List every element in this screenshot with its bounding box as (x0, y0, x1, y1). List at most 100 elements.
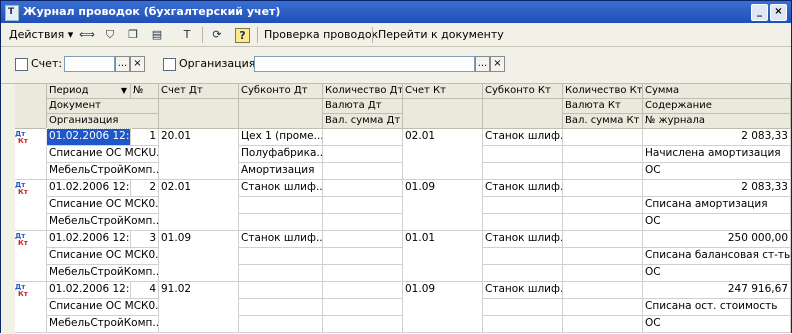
qty-dt-cell[interactable] (323, 180, 403, 197)
qty-dt-cell[interactable] (323, 248, 403, 265)
qty-kt-cell[interactable] (563, 265, 643, 282)
val-sum-dt-column-header[interactable]: Вал. сумма Дт (323, 114, 403, 129)
sum-column-header[interactable]: Сумма (643, 84, 791, 99)
subconto-dt-cell[interactable] (239, 197, 323, 214)
journal-no-column-header[interactable]: № журнала (643, 114, 791, 129)
subconto-kt-column-header[interactable]: Субконто Кт (483, 84, 563, 99)
qty-kt-cell[interactable] (563, 231, 643, 248)
credit-account-cell[interactable]: 01.09 (403, 180, 483, 231)
subconto-kt-cell[interactable] (483, 265, 563, 282)
icon-cell[interactable] (15, 231, 47, 282)
qty-kt-cell[interactable] (563, 248, 643, 265)
account-select-button[interactable]: ... (115, 56, 130, 72)
qty-kt-cell[interactable] (563, 299, 643, 316)
qty-dt-cell[interactable] (323, 129, 403, 146)
subconto-dt-column-header[interactable]: Субконто Дт (239, 84, 323, 99)
organization-cell[interactable]: МебельСтройКомп... (47, 163, 159, 180)
icon-cell[interactable] (15, 129, 47, 180)
help-icon[interactable]: ? (235, 28, 250, 43)
subconto-dt-cell[interactable] (239, 299, 323, 316)
sum-cell[interactable]: 2 083,33 (643, 129, 791, 146)
credit-account-cell[interactable]: 02.01 (403, 129, 483, 180)
organization-column-header[interactable]: Организация (47, 114, 159, 129)
org-clear-button[interactable]: × (490, 56, 505, 72)
number-cell[interactable]: 2 (131, 180, 159, 197)
sum-cell[interactable]: 2 083,33 (643, 180, 791, 197)
sum-cell[interactable]: 250 000,00 (643, 231, 791, 248)
document-cell[interactable]: Списание ОС МСК0... (47, 248, 159, 265)
subconto-kt-cell[interactable] (483, 163, 563, 180)
qty-dt-column-header[interactable]: Количество Дт (323, 84, 403, 99)
content-cell[interactable]: Списана амортизация (643, 197, 791, 214)
period-cell[interactable]: 01.02.2006 12:... (47, 180, 131, 197)
qty-kt-column-header[interactable]: Количество Кт (563, 84, 643, 99)
qty-kt-cell[interactable] (563, 180, 643, 197)
document-column-header[interactable]: Документ (47, 99, 159, 114)
period-cell[interactable]: 01.02.2006 12:... (46, 128, 132, 147)
icon-cell[interactable] (15, 180, 47, 231)
actions-menu-button[interactable]: Действия ▾ (9, 28, 73, 41)
document-cell[interactable]: Списание ОС МСК0... (47, 299, 159, 316)
subconto-kt-cell[interactable] (483, 197, 563, 214)
org-filter-checkbox[interactable] (163, 58, 176, 71)
period-cell[interactable]: 01.02.2006 12:... (47, 282, 131, 299)
period-column-header[interactable]: Период ▼ (47, 84, 131, 99)
account-filter-checkbox[interactable] (15, 58, 28, 71)
qty-dt-cell[interactable] (323, 316, 403, 333)
organization-cell[interactable]: МебельСтройКомп... (47, 316, 159, 333)
qty-dt-cell[interactable] (323, 146, 403, 163)
subconto-dt-cell[interactable]: Полуфабрика... (239, 146, 323, 163)
number-cell[interactable]: 3 (131, 231, 159, 248)
subconto-kt-cell[interactable]: Станок шлиф... (483, 282, 563, 299)
journal-cell[interactable]: ОС (643, 163, 791, 180)
minimize-icon[interactable]: _ (751, 4, 768, 21)
goto-document-button[interactable]: Перейти к документу (378, 28, 504, 41)
double-arrow-icon[interactable]: ⟺ (79, 27, 95, 43)
content-cell[interactable]: Начислена амортизация (643, 146, 791, 163)
subconto-kt-cell[interactable] (483, 146, 563, 163)
document-cell[interactable]: Списание ОС МСК0... (47, 197, 159, 214)
qty-kt-cell[interactable] (563, 214, 643, 231)
qty-dt-cell[interactable] (323, 299, 403, 316)
debit-account-cell[interactable]: 20.01 (159, 129, 239, 180)
qty-kt-cell[interactable] (563, 129, 643, 146)
org-filter-input[interactable] (254, 56, 475, 72)
debit-account-cell[interactable]: 91.02 (159, 282, 239, 333)
qty-dt-cell[interactable] (323, 265, 403, 282)
copy-icon[interactable]: ❐ (125, 27, 141, 43)
journal-cell[interactable]: ОС (643, 316, 791, 333)
close-icon[interactable]: × (770, 4, 787, 21)
journal-cell[interactable]: ОС (643, 265, 791, 282)
organization-cell[interactable]: МебельСтройКомп... (47, 265, 159, 282)
check-entries-button[interactable]: Проверка проводок (264, 28, 378, 41)
icon-cell[interactable] (15, 282, 47, 333)
subconto-kt-cell[interactable] (483, 316, 563, 333)
currency-kt-column-header[interactable]: Валюта Кт (563, 99, 643, 114)
subconto-dt-cell[interactable]: Станок шлиф... (239, 231, 323, 248)
credit-account-cell[interactable]: 01.01 (403, 231, 483, 282)
debit-account-column-header[interactable]: Счет Дт (159, 84, 239, 99)
number-column-header[interactable]: № (131, 84, 159, 99)
document-icon[interactable]: ▤ (149, 27, 165, 43)
sum-cell[interactable]: 247 916,67 (643, 282, 791, 299)
subconto-dt-cell[interactable] (239, 248, 323, 265)
subconto-kt-cell[interactable]: Станок шлиф... (483, 231, 563, 248)
content-column-header[interactable]: Содержание (643, 99, 791, 114)
debit-account-cell[interactable]: 01.09 (159, 231, 239, 282)
document-cell[interactable]: Списание ОС МСКU... (47, 146, 159, 163)
organization-cell[interactable]: МебельСтройКомп... (47, 214, 159, 231)
credit-account-cell[interactable]: 01.09 (403, 282, 483, 333)
entries-grid[interactable]: Период ▼ № Счет Дт Субконто Дт Количество… (15, 83, 791, 334)
qty-dt-cell[interactable] (323, 214, 403, 231)
qty-dt-cell[interactable] (323, 197, 403, 214)
currency-dt-column-header[interactable]: Валюта Дт (323, 99, 403, 114)
subconto-kt-cell[interactable] (483, 299, 563, 316)
qty-kt-cell[interactable] (563, 282, 643, 299)
qty-kt-cell[interactable] (563, 163, 643, 180)
qty-dt-cell[interactable] (323, 231, 403, 248)
qty-dt-cell[interactable] (323, 282, 403, 299)
subconto-dt-cell[interactable]: Цех 1 (проме... (239, 129, 323, 146)
content-cell[interactable]: Списана балансовая ст-ть (643, 248, 791, 265)
journal-cell[interactable]: ОС (643, 214, 791, 231)
filter-icon[interactable]: ⛉ (102, 27, 118, 43)
